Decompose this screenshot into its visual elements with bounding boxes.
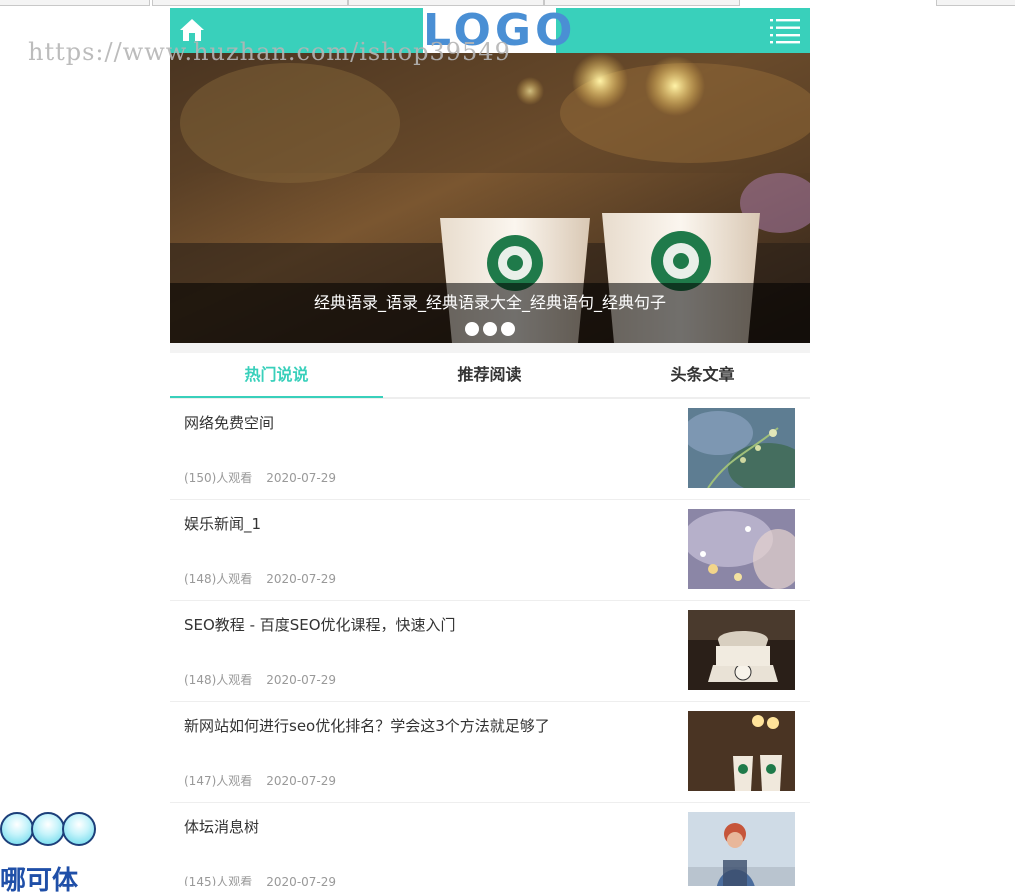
article-thumbnail[interactable]	[688, 610, 795, 690]
article-date: 2020-07-29	[266, 673, 337, 687]
article-thumbnail[interactable]	[688, 509, 795, 589]
list-item[interactable]: 网络免费空间 (150)人观看 2020-07-29	[170, 399, 810, 500]
side-widget-text: 哪可体	[0, 866, 79, 896]
article-meta: (148)人观看 2020-07-29	[184, 570, 336, 587]
view-count: (147)人观看	[184, 774, 253, 788]
article-thumbnail[interactable]	[688, 812, 795, 886]
article-date: 2020-07-29	[266, 471, 337, 485]
article-date: 2020-07-29	[266, 875, 337, 886]
floating-widget	[0, 812, 100, 848]
view-count: (145)人观看	[184, 875, 253, 886]
tab-hot[interactable]: 热门说说	[170, 353, 383, 398]
article-date: 2020-07-29	[266, 572, 337, 586]
menu-icon[interactable]	[770, 18, 802, 44]
section-divider	[170, 343, 810, 353]
list-item[interactable]: 娱乐新闻_1 (148)人观看 2020-07-29	[170, 500, 810, 601]
banner-caption[interactable]: 经典语录_语录_经典语录大全_经典语句_经典句子	[170, 291, 810, 315]
browser-tab[interactable]	[544, 0, 740, 6]
tab-headlines[interactable]: 头条文章	[596, 353, 809, 397]
article-thumbnail[interactable]	[688, 711, 795, 791]
browser-tab-strip	[0, 0, 1015, 6]
banner-caption-bar: 经典语录_语录_经典语录大全_经典语句_经典句子	[170, 283, 810, 343]
site-logo[interactable]: LOGO	[423, 8, 572, 56]
list-item[interactable]: 体坛消息树 (145)人观看 2020-07-29	[170, 803, 810, 886]
article-meta: (145)人观看 2020-07-29	[184, 873, 336, 886]
slider-dot[interactable]	[501, 322, 515, 336]
bubble-icon[interactable]	[31, 812, 65, 846]
article-title[interactable]: SEO教程 - 百度SEO优化课程，快速入门	[184, 614, 664, 636]
bubble-icon[interactable]	[62, 812, 96, 846]
view-count: (150)人观看	[184, 471, 253, 485]
slider-dot[interactable]	[465, 322, 479, 336]
article-meta: (147)人观看 2020-07-29	[184, 772, 336, 789]
article-title[interactable]: 娱乐新闻_1	[184, 513, 664, 535]
view-count: (148)人观看	[184, 673, 253, 687]
slider-pagination	[170, 321, 810, 340]
list-item[interactable]: 新网站如何进行seo优化排名？学会这3个方法就足够了 (147)人观看 2020-…	[170, 702, 810, 803]
home-icon[interactable]	[179, 17, 205, 43]
browser-tab[interactable]	[152, 0, 348, 6]
article-title[interactable]: 体坛消息树	[184, 816, 664, 838]
banner-slider[interactable]: 经典语录_语录_经典语录大全_经典语句_经典句子	[170, 53, 810, 343]
article-thumbnail[interactable]	[688, 408, 795, 488]
article-meta: (150)人观看 2020-07-29	[184, 469, 336, 486]
article-title[interactable]: 网络免费空间	[184, 412, 664, 434]
article-date: 2020-07-29	[266, 774, 337, 788]
list-item[interactable]: SEO教程 - 百度SEO优化课程，快速入门 (148)人观看 2020-07-2…	[170, 601, 810, 702]
bubble-icon[interactable]	[0, 812, 34, 846]
mobile-page: LOGO 经典语录_语录_经典语录大全_经典语句_经典句子 热门说说 推荐阅读 …	[170, 8, 810, 886]
slider-dot[interactable]	[483, 322, 497, 336]
article-title[interactable]: 新网站如何进行seo优化排名？学会这3个方法就足够了	[184, 715, 664, 737]
view-count: (148)人观看	[184, 572, 253, 586]
browser-tab[interactable]	[936, 0, 1015, 6]
article-meta: (148)人观看 2020-07-29	[184, 671, 336, 688]
tab-recommended[interactable]: 推荐阅读	[383, 353, 596, 397]
browser-tab[interactable]	[0, 0, 150, 6]
article-list: 网络免费空间 (150)人观看 2020-07-29 娱乐新闻_1 (148)人…	[170, 399, 810, 886]
category-tabs: 热门说说 推荐阅读 头条文章	[170, 353, 810, 399]
browser-tab[interactable]	[348, 0, 544, 6]
site-header: LOGO	[170, 8, 810, 56]
